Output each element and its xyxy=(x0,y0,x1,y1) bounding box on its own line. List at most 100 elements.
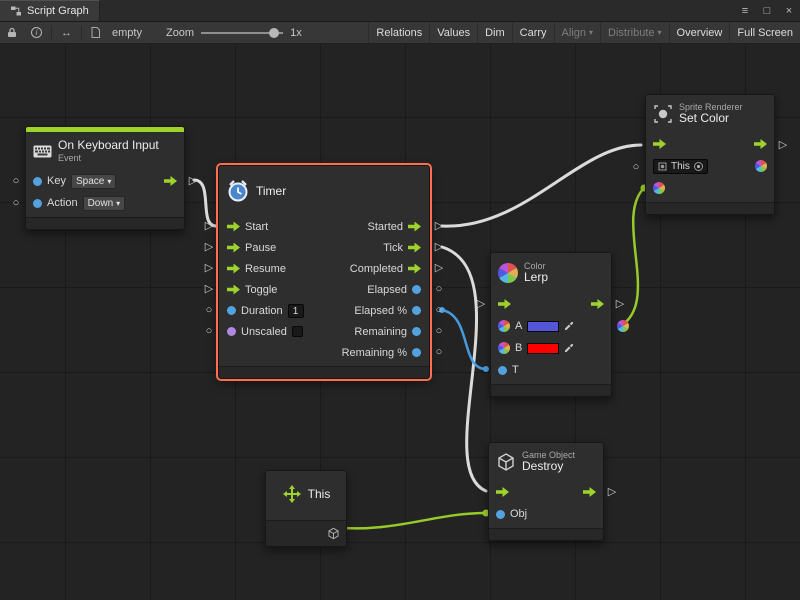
duration-input-port[interactable] xyxy=(227,306,236,315)
enter-input-port[interactable] xyxy=(653,139,666,149)
swap-icon[interactable]: ↔ xyxy=(54,27,79,39)
remaining-ext-port[interactable]: ○ xyxy=(432,325,446,337)
distribute-button: Distribute ▾ xyxy=(600,22,668,43)
result-ext-port[interactable] xyxy=(617,320,629,332)
unscaled-checkbox[interactable] xyxy=(292,326,303,337)
node-on-keyboard-input[interactable]: On Keyboard Input Event Key Space ▾ Acti… xyxy=(25,126,185,230)
wire-started-to-setcolor[interactable] xyxy=(442,145,641,226)
eyedropper-icon[interactable] xyxy=(564,343,574,353)
node-set-color[interactable]: Sprite Renderer Set Color This ▷ ○ xyxy=(645,94,775,215)
elapsed-ext-port[interactable]: ○ xyxy=(432,283,446,295)
node-color-lerp[interactable]: Color Lerp A B T ▷ ▷ xyxy=(490,252,612,397)
key-port[interactable] xyxy=(33,177,42,186)
eyedropper-icon[interactable] xyxy=(564,321,574,331)
toggle-ext-port[interactable]: ▷ xyxy=(202,283,216,295)
elapsed-output-port[interactable] xyxy=(412,285,421,294)
node-header: Game Object Destroy xyxy=(489,443,603,481)
completed-output-port[interactable] xyxy=(408,264,421,274)
unscaled-ext-port[interactable]: ○ xyxy=(202,325,216,337)
fullscreen-button[interactable]: Full Screen xyxy=(729,22,800,43)
flow-row xyxy=(646,133,774,155)
resume-ext-port[interactable]: ▷ xyxy=(202,262,216,274)
object-picker-icon[interactable] xyxy=(694,162,703,171)
tick-output-port[interactable] xyxy=(408,243,421,253)
tab-title: Script Graph xyxy=(27,5,89,17)
action-dropdown[interactable]: Down ▾ xyxy=(83,196,126,211)
pause-input-port[interactable] xyxy=(227,243,240,253)
remaining-output-port[interactable] xyxy=(412,327,421,336)
titlebar-drag-area[interactable] xyxy=(100,0,734,21)
wire-tick-to-destroy[interactable] xyxy=(442,247,486,491)
remaining-pct-output-port[interactable] xyxy=(412,348,421,357)
remaining-label: Remaining xyxy=(354,326,407,338)
enter-ext-port[interactable]: ▷ xyxy=(474,298,488,310)
color-wheel-icon xyxy=(498,263,518,283)
start-input-port[interactable] xyxy=(227,222,240,232)
node-timer[interactable]: Timer Start Started Pause Tick Resume Co… xyxy=(218,165,430,379)
target-ext-port[interactable]: ○ xyxy=(629,161,643,173)
tab-script-graph[interactable]: Script Graph xyxy=(0,0,100,21)
t-input-port[interactable] xyxy=(498,366,507,375)
game-object-output-port[interactable] xyxy=(327,527,340,540)
toolbar-separator xyxy=(51,26,52,40)
node-this[interactable]: This xyxy=(265,470,347,547)
action-port[interactable] xyxy=(33,199,42,208)
remaining-pct-ext-port[interactable]: ○ xyxy=(432,346,446,358)
start-ext-port[interactable]: ▷ xyxy=(202,220,216,232)
key-dropdown[interactable]: Space ▾ xyxy=(71,174,116,189)
elapsed-pct-ext-port[interactable]: ○ xyxy=(432,304,446,316)
exit-ext-port[interactable]: ▷ xyxy=(776,139,790,151)
trigger-output-port[interactable] xyxy=(164,176,177,186)
resume-input-port[interactable] xyxy=(227,264,240,274)
maximize-icon[interactable]: □ xyxy=(756,0,778,21)
wire-this-to-destroy-obj[interactable] xyxy=(343,513,486,528)
values-button[interactable]: Values xyxy=(429,22,477,43)
a-input-port[interactable] xyxy=(498,320,510,332)
action-ext-port[interactable]: ○ xyxy=(9,197,23,209)
exit-ext-port[interactable]: ▷ xyxy=(613,298,627,310)
toggle-input-port[interactable] xyxy=(227,285,240,295)
target-object-field[interactable]: This xyxy=(653,159,708,174)
obj-input-port[interactable] xyxy=(496,510,505,519)
overview-button[interactable]: Overview xyxy=(669,22,730,43)
started-label: Started xyxy=(368,221,403,233)
enter-input-port[interactable] xyxy=(496,487,509,497)
color-input-port[interactable] xyxy=(653,182,665,194)
pause-ext-port[interactable]: ▷ xyxy=(202,241,216,253)
duration-field[interactable]: 1 xyxy=(288,304,304,318)
b-input-port[interactable] xyxy=(498,342,510,354)
relations-button[interactable]: Relations xyxy=(368,22,429,43)
trigger-ext-port[interactable]: ▷ xyxy=(186,175,200,187)
color-b-swatch[interactable] xyxy=(527,343,559,354)
info-icon[interactable]: i xyxy=(24,27,49,38)
graph-source-label[interactable]: empty xyxy=(107,27,147,39)
exit-ext-port[interactable]: ▷ xyxy=(605,486,619,498)
exit-output-port[interactable] xyxy=(591,299,604,309)
enter-input-port[interactable] xyxy=(498,299,511,309)
t-row: T xyxy=(491,359,611,381)
dim-button[interactable]: Dim xyxy=(477,22,512,43)
duration-ext-port[interactable]: ○ xyxy=(202,304,216,316)
wire-elapsed-pct-to-lerp-t[interactable] xyxy=(442,310,486,369)
exit-output-port[interactable] xyxy=(754,139,767,149)
exit-output-port[interactable] xyxy=(583,487,596,497)
zoom-slider[interactable] xyxy=(201,26,283,40)
graph-canvas[interactable]: On Keyboard Input Event Key Space ▾ Acti… xyxy=(0,44,800,600)
close-icon[interactable]: × xyxy=(778,0,800,21)
key-ext-port[interactable]: ○ xyxy=(9,175,23,187)
window-menu-icon[interactable]: ≡ xyxy=(734,0,756,21)
elapsed-pct-output-port[interactable] xyxy=(412,306,421,315)
elapsed-label: Elapsed xyxy=(367,284,407,296)
color-port-right[interactable] xyxy=(755,160,767,172)
lock-icon[interactable] xyxy=(0,27,24,38)
carry-button[interactable]: Carry xyxy=(512,22,554,43)
node-destroy[interactable]: Game Object Destroy Obj ▷ xyxy=(488,442,604,541)
color-a-swatch[interactable] xyxy=(527,321,559,332)
unscaled-input-port[interactable] xyxy=(227,327,236,336)
zoom-knob[interactable] xyxy=(269,28,279,38)
started-output-port[interactable] xyxy=(408,222,421,232)
tick-ext-port[interactable]: ▷ xyxy=(432,241,446,253)
completed-ext-port[interactable]: ▷ xyxy=(432,262,446,274)
started-ext-port[interactable]: ▷ xyxy=(432,220,446,232)
action-label: Action xyxy=(47,197,78,209)
